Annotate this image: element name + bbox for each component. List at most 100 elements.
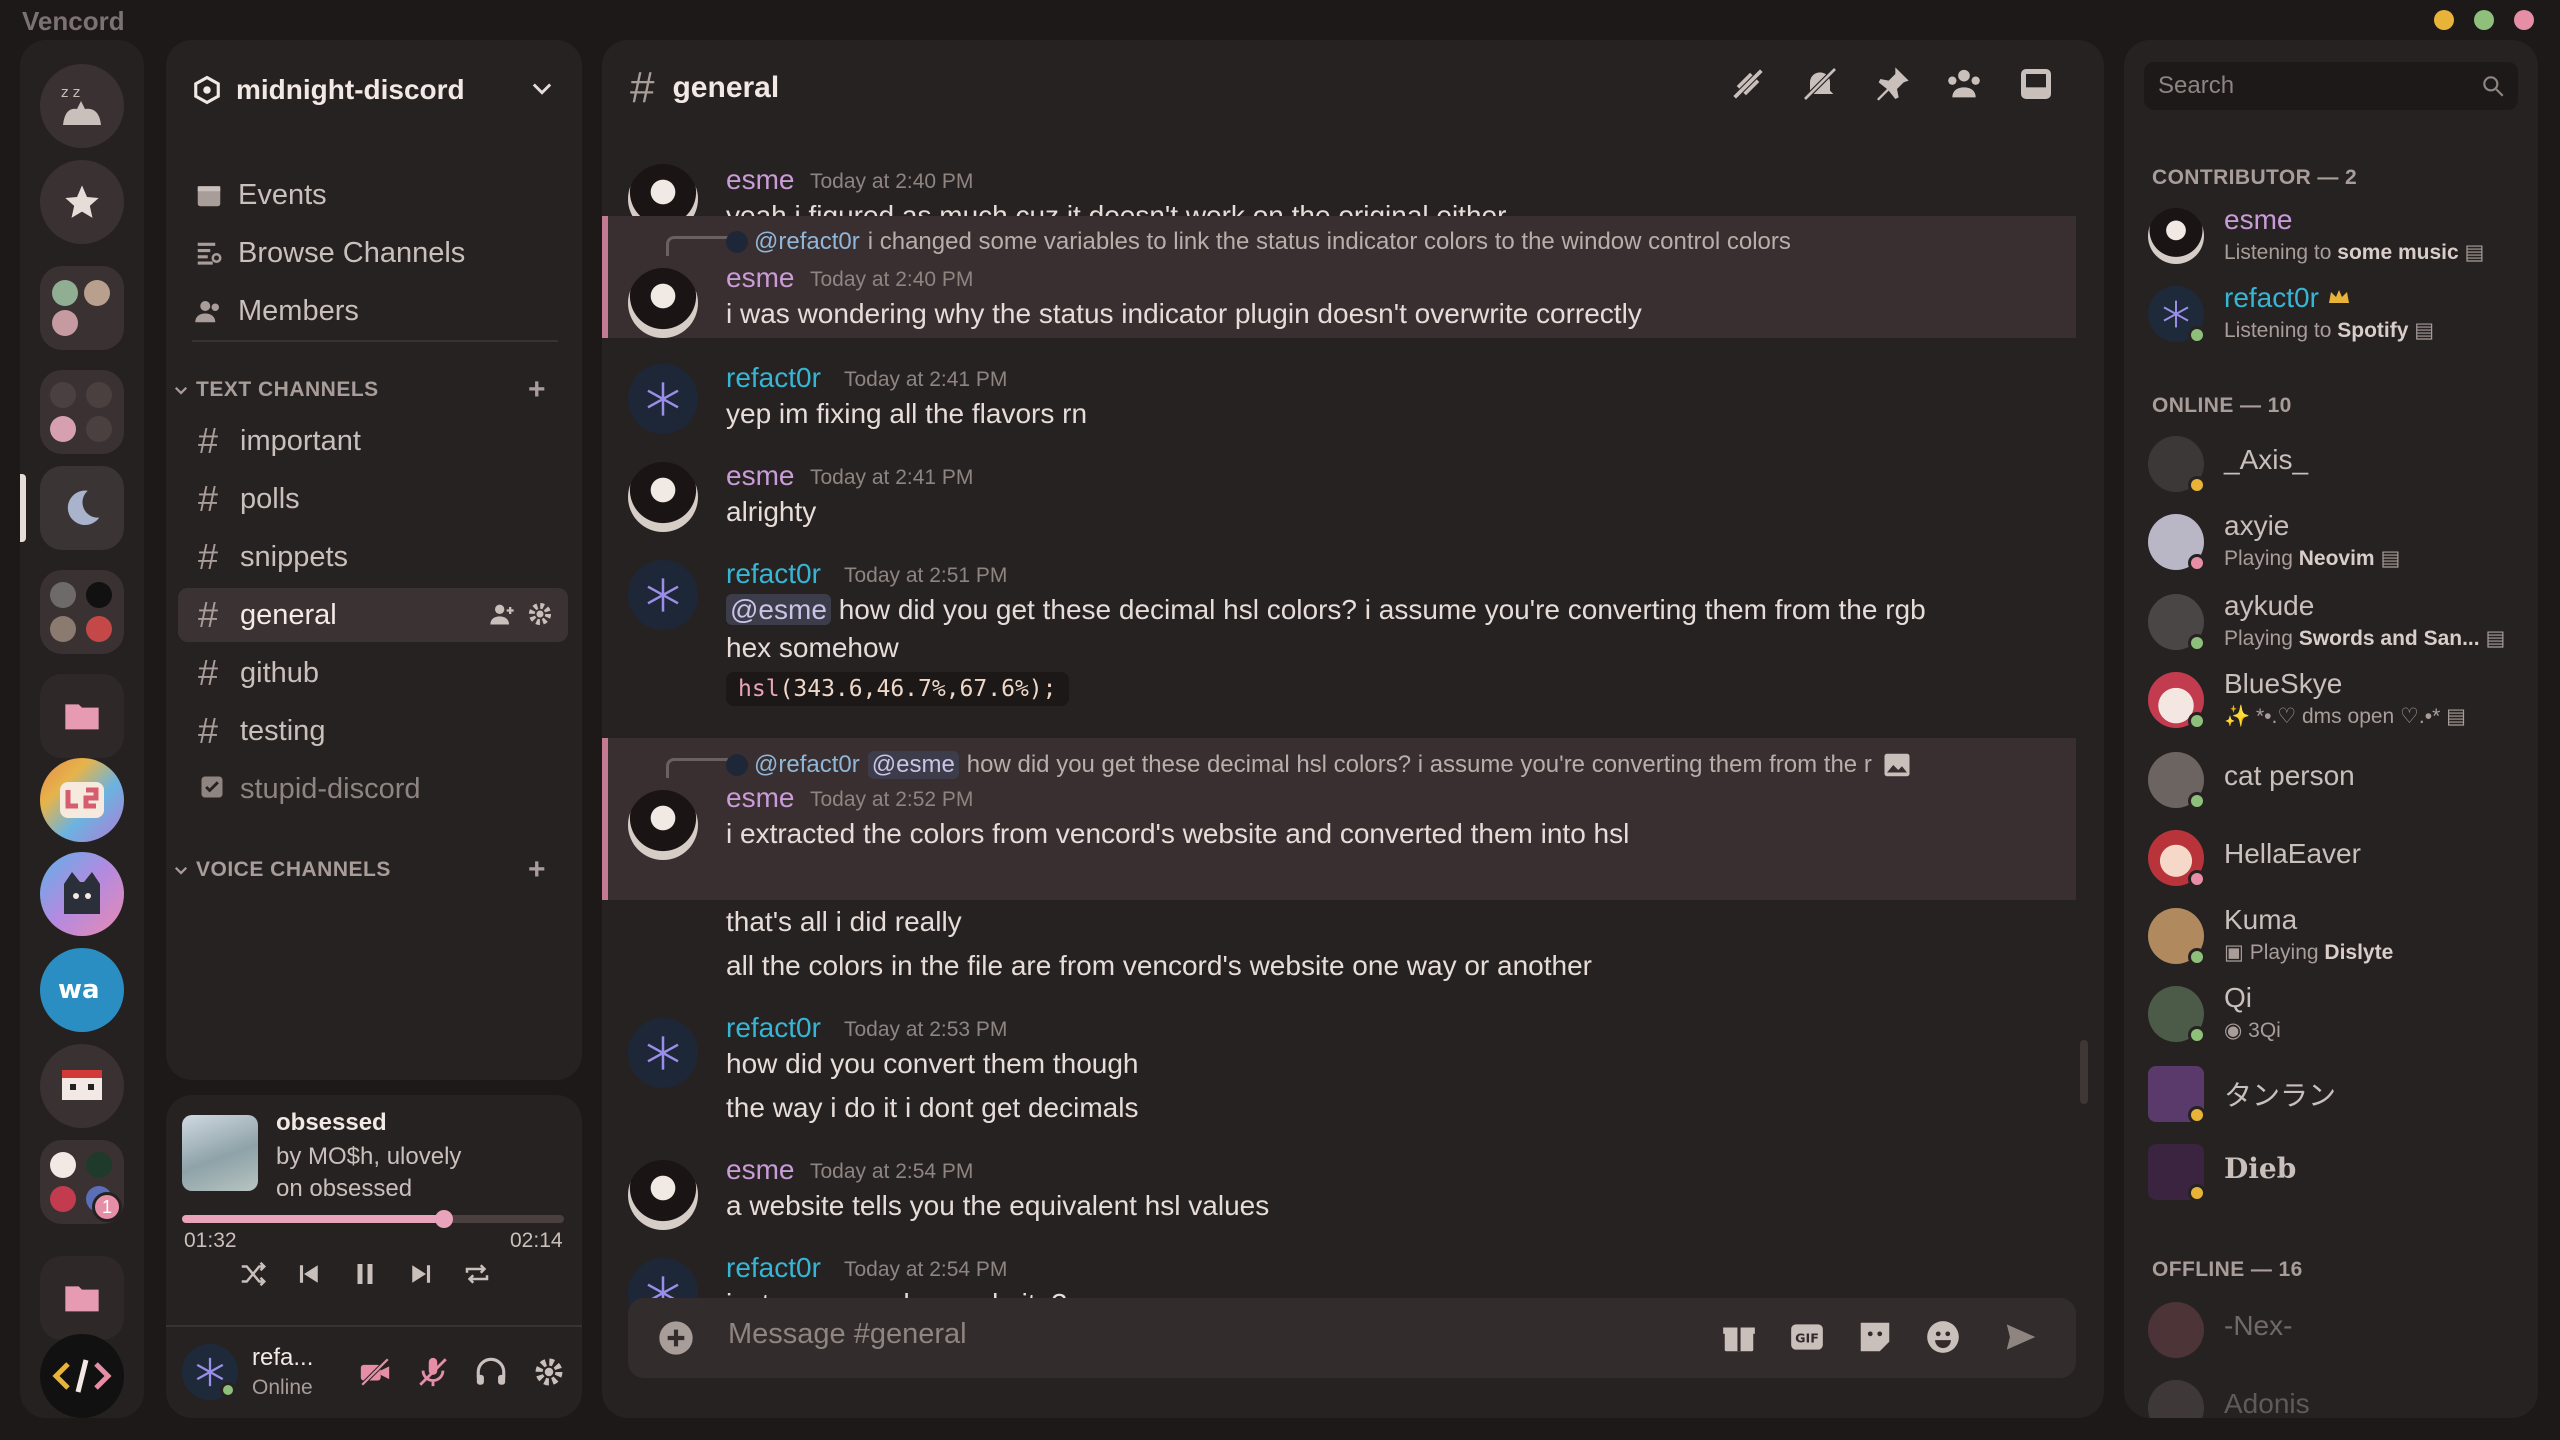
- message-author[interactable]: refact0r: [726, 1252, 821, 1284]
- invite-icon[interactable]: [488, 600, 516, 628]
- gear-icon[interactable]: [532, 1355, 566, 1389]
- close-button[interactable]: [2514, 10, 2534, 30]
- message[interactable]: refact0r Today at 2:51 PM @esme how did …: [602, 554, 2076, 754]
- camera-off-icon[interactable]: [358, 1355, 392, 1389]
- mic-muted-icon[interactable]: [416, 1355, 450, 1389]
- message-continuation[interactable]: that's all i did really all the colors i…: [602, 902, 2076, 992]
- message[interactable]: esme Today at 2:54 PM a website tells yo…: [602, 1154, 2076, 1244]
- shuffle-icon[interactable]: [238, 1259, 268, 1289]
- inbox-icon[interactable]: [2016, 64, 2056, 104]
- channel-important[interactable]: # important: [178, 414, 568, 468]
- user-info[interactable]: refa... Online: [252, 1344, 313, 1400]
- channel-testing[interactable]: # testing: [178, 704, 568, 758]
- sticker-icon[interactable]: [1856, 1318, 1894, 1356]
- server-header[interactable]: midnight-discord: [192, 64, 556, 116]
- reply-author[interactable]: @refact0r: [754, 228, 860, 256]
- message-author[interactable]: esme: [726, 782, 794, 814]
- minimize-button[interactable]: [2434, 10, 2454, 30]
- member-item[interactable]: BlueSkye ✨ *•.♡ dms open ♡.•* ▤: [2148, 666, 2528, 736]
- channel-polls[interactable]: # polls: [178, 472, 568, 526]
- member-item[interactable]: タンラン: [2148, 1060, 2528, 1130]
- user-avatar[interactable]: [628, 462, 698, 532]
- maximize-button[interactable]: [2474, 10, 2494, 30]
- message-input[interactable]: Message #general: [728, 1318, 967, 1351]
- user-avatar[interactable]: [628, 1160, 698, 1230]
- member-item[interactable]: Adonis: [2148, 1374, 2528, 1418]
- progress-knob[interactable]: [435, 1210, 454, 1228]
- member-list-icon[interactable]: [1944, 64, 1984, 104]
- server-midnight-discord[interactable]: [40, 466, 124, 550]
- pause-icon[interactable]: [350, 1259, 380, 1289]
- nav-events[interactable]: Events: [194, 172, 327, 218]
- member-item[interactable]: axyie Playing Neovim ▤: [2148, 508, 2528, 578]
- user-avatar[interactable]: [182, 1344, 238, 1400]
- song-artist[interactable]: by MO$h, ulovely: [276, 1143, 461, 1171]
- message[interactable]: refact0r Today at 2:41 PM yep im fixing …: [602, 358, 2076, 448]
- member-item[interactable]: -Nex-: [2148, 1296, 2528, 1366]
- member-item[interactable]: cat person: [2148, 746, 2528, 816]
- member-item[interactable]: Dieb: [2148, 1138, 2528, 1208]
- user-avatar[interactable]: [628, 560, 698, 630]
- message-author[interactable]: refact0r: [726, 362, 821, 394]
- repeat-icon[interactable]: [462, 1259, 492, 1289]
- user-avatar[interactable]: [628, 364, 698, 434]
- user-avatar[interactable]: [628, 1018, 698, 1088]
- search-input[interactable]: Search: [2158, 72, 2234, 100]
- nav-browse-channels[interactable]: Browse Channels: [194, 230, 465, 276]
- pin-icon[interactable]: [1872, 64, 1912, 104]
- message-author[interactable]: esme: [726, 164, 794, 196]
- server-folder[interactable]: [40, 370, 124, 454]
- empty-folder[interactable]: [40, 674, 124, 758]
- server-folder[interactable]: 1: [40, 1140, 124, 1224]
- message-author[interactable]: esme: [726, 262, 794, 294]
- server-icon[interactable]: [40, 852, 124, 936]
- headphones-icon[interactable]: [474, 1355, 508, 1389]
- create-channel-button[interactable]: +: [528, 373, 546, 407]
- message[interactable]: refact0r Today at 2:53 PM how did you co…: [602, 1012, 2076, 1142]
- reply-author[interactable]: @refact0r: [754, 751, 860, 779]
- member-item[interactable]: aykude Playing Swords and San... ▤: [2148, 588, 2528, 658]
- nav-members[interactable]: Members: [194, 288, 359, 334]
- message-author[interactable]: esme: [726, 1154, 794, 1186]
- create-channel-button[interactable]: +: [528, 853, 546, 887]
- gif-icon[interactable]: GIF: [1788, 1318, 1826, 1356]
- server-icon[interactable]: [40, 1044, 124, 1128]
- server-icon[interactable]: wa: [40, 948, 124, 1032]
- channel-stupid-discord[interactable]: stupid-discord: [178, 762, 568, 816]
- send-icon[interactable]: [2002, 1318, 2040, 1356]
- message[interactable]: esme Today at 2:40 PM yeah i figured as …: [602, 122, 2076, 234]
- gear-icon[interactable]: [526, 600, 554, 628]
- message-composer[interactable]: Message #general GIF: [628, 1298, 2076, 1378]
- member-item[interactable]: Qi ◉ 3Qi: [2148, 980, 2528, 1050]
- reply-preview[interactable]: @refact0r @esme how did you get these de…: [726, 750, 1912, 780]
- notifications-muted-icon[interactable]: [1800, 64, 1840, 104]
- message-mention-highlight[interactable]: @refact0r i changed some variables to li…: [602, 216, 2076, 338]
- home-button[interactable]: z z: [40, 64, 124, 148]
- member-item[interactable]: esme Listening to some music ▤: [2148, 202, 2528, 272]
- reply-preview[interactable]: @refact0r i changed some variables to li…: [726, 228, 1791, 256]
- album-art[interactable]: [182, 1115, 258, 1191]
- message-mention-highlight[interactable]: @refact0r @esme how did you get these de…: [602, 738, 2076, 900]
- message[interactable]: esme Today at 2:41 PM alrighty: [602, 456, 2076, 546]
- member-item[interactable]: HellaEaver: [2148, 824, 2528, 894]
- favorites-button[interactable]: [40, 160, 124, 244]
- user-avatar[interactable]: [628, 268, 698, 338]
- server-icon[interactable]: [40, 758, 124, 842]
- category-text-channels[interactable]: TEXT CHANNELS +: [172, 373, 572, 407]
- member-item[interactable]: Kuma ▣ Playing Dislyte: [2148, 902, 2528, 972]
- song-title[interactable]: obsessed: [276, 1109, 387, 1137]
- emoji-icon[interactable]: [1924, 1318, 1962, 1356]
- song-album[interactable]: on obsessed: [276, 1175, 412, 1203]
- threads-icon[interactable]: [1728, 64, 1768, 104]
- next-icon[interactable]: [406, 1259, 436, 1289]
- message-author[interactable]: esme: [726, 460, 794, 492]
- progress-bar[interactable]: [182, 1210, 564, 1228]
- member-item[interactable]: _Axis_: [2148, 430, 2528, 500]
- message-author[interactable]: refact0r: [726, 1012, 821, 1044]
- channel-snippets[interactable]: # snippets: [178, 530, 568, 584]
- server-folder[interactable]: [40, 570, 124, 654]
- server-folder[interactable]: [40, 266, 124, 350]
- vencord-button[interactable]: [40, 1334, 124, 1418]
- gift-icon[interactable]: [1720, 1318, 1758, 1356]
- user-avatar[interactable]: [628, 790, 698, 860]
